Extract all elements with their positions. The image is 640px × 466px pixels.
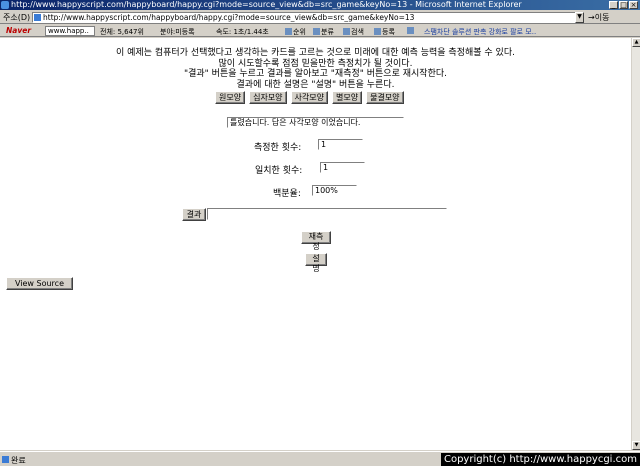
toolbar-rank-button[interactable]: 순위 — [285, 27, 306, 36]
toolbar-search-button[interactable]: 검색 — [343, 27, 364, 36]
toolbar-category-button[interactable]: 분류 — [313, 27, 334, 36]
status-bar: 완료 Copyright(c) http://www.happycgi.com — [0, 451, 640, 466]
intro-line: "결과" 버튼을 누르고 결과를 알아보고 "재측정" 버튼으로 재시작한다. — [183, 69, 447, 79]
category-label: 분류 — [321, 28, 334, 36]
rank-label: 순위 — [293, 28, 306, 36]
address-url: http://www.happyscript.com/happyboard/ha… — [43, 13, 415, 22]
site-rank: 전체: 5,647위 — [100, 28, 144, 36]
scroll-down-icon[interactable]: ▼ — [632, 441, 640, 450]
minimize-button[interactable]: _ — [609, 1, 618, 9]
copyright-banner: Copyright(c) http://www.happycgi.com — [440, 453, 640, 466]
tries-label: 측정한 횟수: — [254, 143, 302, 153]
page-done-icon — [2, 456, 9, 463]
address-input[interactable]: http://www.happyscript.com/happyboard/ha… — [32, 12, 584, 23]
scroll-up-icon[interactable]: ▲ — [632, 38, 640, 47]
percent-label: 백분율: — [273, 189, 301, 199]
category-icon — [313, 28, 320, 35]
view-source-button[interactable]: View Source — [6, 277, 73, 290]
naver-toolbar: Naver www.happ.. 전체: 5,647위 분야:미등록 속도: 1… — [0, 25, 640, 37]
intro-line: 이 예제는 컴퓨터가 선택했다고 생각하는 카드를 고르는 것으로 미래에 대한… — [116, 48, 515, 58]
rank-icon — [285, 28, 292, 35]
cross-shape-button[interactable]: 십자모양 — [249, 91, 287, 104]
site-speed: 속도: 1초/1.44초 — [216, 28, 269, 36]
result-button[interactable]: 결과 — [182, 208, 206, 221]
site-category: 분야:미등록 — [160, 28, 195, 36]
browser-window: http://www.happyscript.com/happyboard/ha… — [0, 0, 640, 466]
title-bar: http://www.happyscript.com/happyboard/ha… — [0, 0, 640, 10]
intro-text: 이 예제는 컴퓨터가 선택했다고 생각하는 카드를 고르는 것으로 미래에 대한… — [0, 48, 631, 90]
search-icon — [343, 28, 350, 35]
mail-icon — [407, 27, 414, 34]
page-content: 이 예제는 컴퓨터가 선택했다고 생각하는 카드를 고르는 것으로 미래에 대한… — [0, 38, 631, 450]
maximize-button[interactable]: □ — [619, 1, 628, 9]
wave-shape-button[interactable]: 물결모양 — [366, 91, 404, 104]
ie-logo-icon — [1, 1, 9, 9]
matches-label: 일치한 횟수: — [255, 166, 303, 176]
intro-line: 결과에 대한 설명은 "설명" 버튼을 누른다. — [236, 79, 395, 90]
address-dropdown-icon[interactable]: ▼ — [575, 12, 584, 23]
matches-field[interactable]: 1 — [320, 162, 365, 173]
percent-field[interactable]: 100% — [312, 185, 357, 196]
register-icon — [374, 28, 381, 35]
close-button[interactable]: × — [629, 1, 638, 9]
mail-icon-button[interactable] — [407, 27, 415, 35]
toolbar-register-button[interactable]: 등록 — [374, 27, 395, 36]
promo-link[interactable]: 스팸차단 솔루션 판촉 강화로 팔로 모.. — [424, 27, 536, 36]
retry-button[interactable]: 재측정 — [301, 231, 331, 251]
toolbar-search-input[interactable]: www.happ.. — [45, 26, 95, 36]
result-message-field[interactable]: 틀렸습니다. 답은 사각모양 이었습니다. — [227, 117, 404, 128]
go-label: 이동 — [594, 13, 610, 22]
status-text: 완료 — [11, 456, 26, 465]
square-shape-button[interactable]: 사각모양 — [290, 91, 328, 104]
search-label: 검색 — [351, 28, 364, 36]
star-shape-button[interactable]: 별모양 — [332, 91, 363, 104]
go-button[interactable]: →이동 — [588, 12, 609, 23]
window-controls: _ □ × — [609, 1, 638, 9]
register-label: 등록 — [382, 28, 395, 36]
circle-shape-button[interactable]: 원모양 — [215, 91, 246, 104]
tries-field[interactable]: 1 — [318, 139, 363, 150]
naver-logo[interactable]: Naver — [6, 26, 31, 35]
shape-button-row: 원모양 십자모양 사각모양 별모양 물결모양 — [215, 91, 404, 104]
page-icon — [34, 14, 41, 21]
intro-line: 많이 시도할수록 점점 믿을만한 측정치가 될 것이다. — [218, 58, 413, 69]
explain-button[interactable]: 설명 — [305, 253, 327, 273]
address-bar: 주소(D) http://www.happyscript.com/happybo… — [0, 10, 640, 24]
window-title: http://www.happyscript.com/happyboard/ha… — [11, 0, 522, 9]
result-field[interactable] — [207, 208, 447, 220]
address-label: 주소(D) — [3, 13, 31, 22]
vertical-scrollbar[interactable]: ▲ ▼ — [631, 38, 640, 450]
